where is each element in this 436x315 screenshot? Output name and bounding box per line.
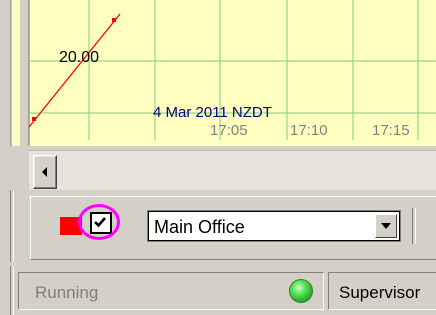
scroll-left-button[interactable] [33,155,57,189]
pen-toolbar: Main Office [0,190,436,262]
chart-axis-strip [20,0,29,146]
y-axis-label: 20.00 [59,49,99,66]
status-text: Running [35,283,99,302]
location-select-value: Main Office [154,217,245,237]
x-tick-label: 17:05 [210,122,248,139]
trend-chart-canvas: 20.00 4 Mar 2011 NZDT 17:05 17:10 17:15 [0,0,436,146]
location-select[interactable]: Main Office [147,210,401,242]
trend-chart: 20.00 4 Mar 2011 NZDT 17:05 17:10 17:15 [0,0,436,146]
status-panel-user: Supervisor [328,272,436,310]
status-left-separator [10,266,14,315]
status-panel-state: Running [18,272,324,310]
status-led-icon [289,279,313,303]
toolbar-left-separator [10,190,14,262]
chart-left-frame [0,0,12,146]
status-user-text: Supervisor [339,283,421,302]
chart-horizontal-scrollbar[interactable] [29,150,436,191]
series-point [32,117,36,121]
x-tick-label: 17:15 [372,122,410,139]
status-bar: Running Supervisor [0,262,436,315]
x-tick-label: 17:10 [290,122,328,139]
location-dropdown-button[interactable] [375,214,397,238]
date-label: 4 Mar 2011 NZDT [153,104,272,121]
toolbar-right-separator [412,208,416,244]
checkbox-highlight-circle [78,204,120,240]
series-point [112,18,116,22]
